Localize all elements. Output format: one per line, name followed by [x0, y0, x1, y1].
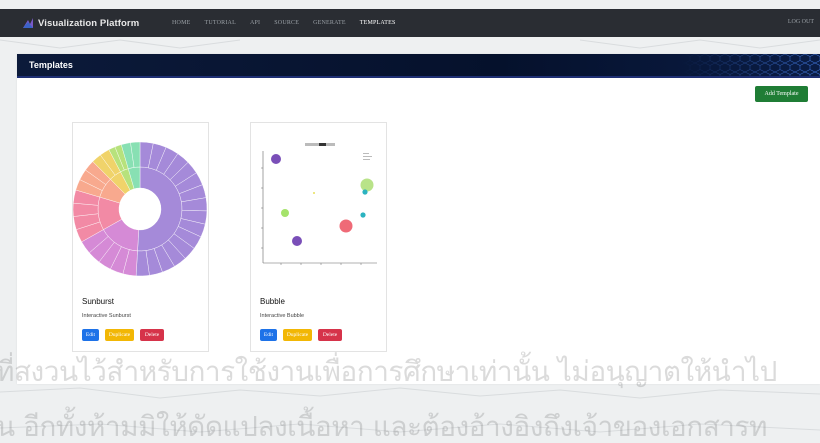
- card-actions: Edit Duplicate Delete: [82, 329, 164, 341]
- watermark-line-2: น อีกทั้งห้ามมิให้ดัดแปลงเนื้อหา และต้อง…: [0, 410, 768, 443]
- duplicate-button[interactable]: Duplicate: [283, 329, 312, 341]
- card-actions: Edit Duplicate Delete: [260, 329, 342, 341]
- top-navbar: Visualization Platform HOME TUTORIAL API…: [0, 9, 820, 37]
- nav-templates[interactable]: TEMPLATES: [360, 20, 396, 26]
- delete-button[interactable]: Delete: [140, 329, 164, 341]
- nav-tutorial[interactable]: TUTORIAL: [204, 20, 236, 26]
- nav-links: HOME TUTORIAL API SOURCE GENERATE TEMPLA…: [172, 20, 410, 26]
- delete-button[interactable]: Delete: [318, 329, 342, 341]
- edit-button[interactable]: Edit: [260, 329, 277, 341]
- card-description: Interactive Sunburst: [82, 313, 131, 319]
- card-title: Sunburst: [82, 297, 115, 306]
- nav-generate[interactable]: GENERATE: [313, 20, 346, 26]
- template-card-sunburst[interactable]: Sunburst Interactive Sunburst Edit Dupli…: [72, 122, 209, 352]
- sunburst-preview: [73, 141, 208, 277]
- card-title: Bubble: [260, 297, 285, 306]
- nav-api[interactable]: API: [250, 20, 260, 26]
- watermark-line-1: ที่สงวนไว้สำหรับการใช้งานเพื่อการศึกษาเท…: [0, 355, 777, 388]
- panel-header: Templates: [17, 54, 820, 78]
- nav-home[interactable]: HOME: [172, 20, 190, 26]
- brand-name: Visualization Platform: [38, 17, 140, 29]
- brand[interactable]: Visualization Platform: [22, 17, 172, 29]
- templates-panel: Templates Add Template Sunburst Interact…: [17, 54, 820, 384]
- page-title: Templates: [29, 60, 73, 70]
- hexagon-decoration: [680, 54, 820, 78]
- logout-link[interactable]: LOG OUT: [788, 19, 814, 25]
- header-accent: [17, 76, 820, 78]
- add-template-button[interactable]: Add Template: [755, 86, 808, 102]
- nav-source[interactable]: SOURCE: [274, 20, 299, 26]
- duplicate-button[interactable]: Duplicate: [105, 329, 134, 341]
- template-card-bubble[interactable]: Bubble Interactive Bubble Edit Duplicate…: [250, 122, 387, 352]
- card-description: Interactive Bubble: [260, 313, 305, 319]
- bubble-preview: [261, 143, 377, 265]
- edit-button[interactable]: Edit: [82, 329, 99, 341]
- chart-logo-icon: [23, 18, 33, 28]
